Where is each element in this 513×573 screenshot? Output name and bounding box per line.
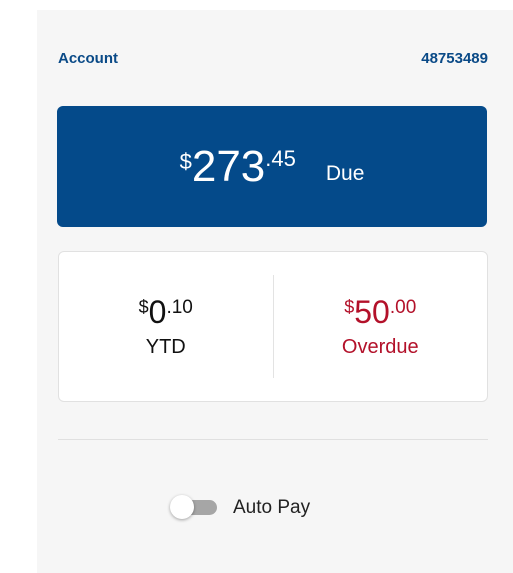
amount-due-label: Due bbox=[325, 161, 365, 185]
overdue-stat[interactable]: $ 50 .00 Overdue bbox=[274, 252, 488, 401]
overdue-currency: $ bbox=[344, 296, 355, 317]
account-number[interactable]: 48753489 bbox=[421, 50, 488, 67]
amount-due-currency: $ bbox=[179, 148, 192, 174]
autopay-toggle-thumb bbox=[170, 495, 194, 519]
overdue-amount: $ 50 .00 bbox=[344, 295, 416, 328]
ytd-currency: $ bbox=[138, 296, 149, 317]
ytd-stat[interactable]: $ 0 .10 YTD bbox=[59, 252, 273, 401]
ytd-label: YTD bbox=[145, 335, 186, 358]
overdue-fraction: .00 bbox=[389, 296, 417, 318]
autopay-label: Auto Pay bbox=[233, 497, 311, 518]
autopay-toggle[interactable] bbox=[170, 495, 220, 521]
ytd-amount: $ 0 .10 bbox=[139, 295, 193, 328]
amount-due-card[interactable]: $ 273 .45 Due bbox=[57, 106, 487, 227]
account-summary-panel: Account 48753489 $ 273 .45 Due $ 0 .10 Y… bbox=[37, 10, 513, 573]
account-label: Account bbox=[58, 50, 118, 67]
balance-stats-card: $ 0 .10 YTD $ 50 .00 Overdue bbox=[58, 251, 488, 402]
overdue-label: Overdue bbox=[341, 335, 419, 358]
ytd-whole: 0 bbox=[148, 293, 167, 330]
amount-due-fraction: .45 bbox=[265, 145, 296, 171]
amount-due-whole: 273 bbox=[191, 141, 266, 191]
autopay-row: Auto Pay bbox=[170, 495, 310, 521]
account-header: Account 48753489 bbox=[58, 50, 488, 67]
overdue-whole: 50 bbox=[354, 293, 390, 330]
section-divider bbox=[58, 439, 488, 440]
ytd-fraction: .10 bbox=[166, 296, 193, 318]
amount-due: $ 273 .45 bbox=[179, 141, 296, 191]
